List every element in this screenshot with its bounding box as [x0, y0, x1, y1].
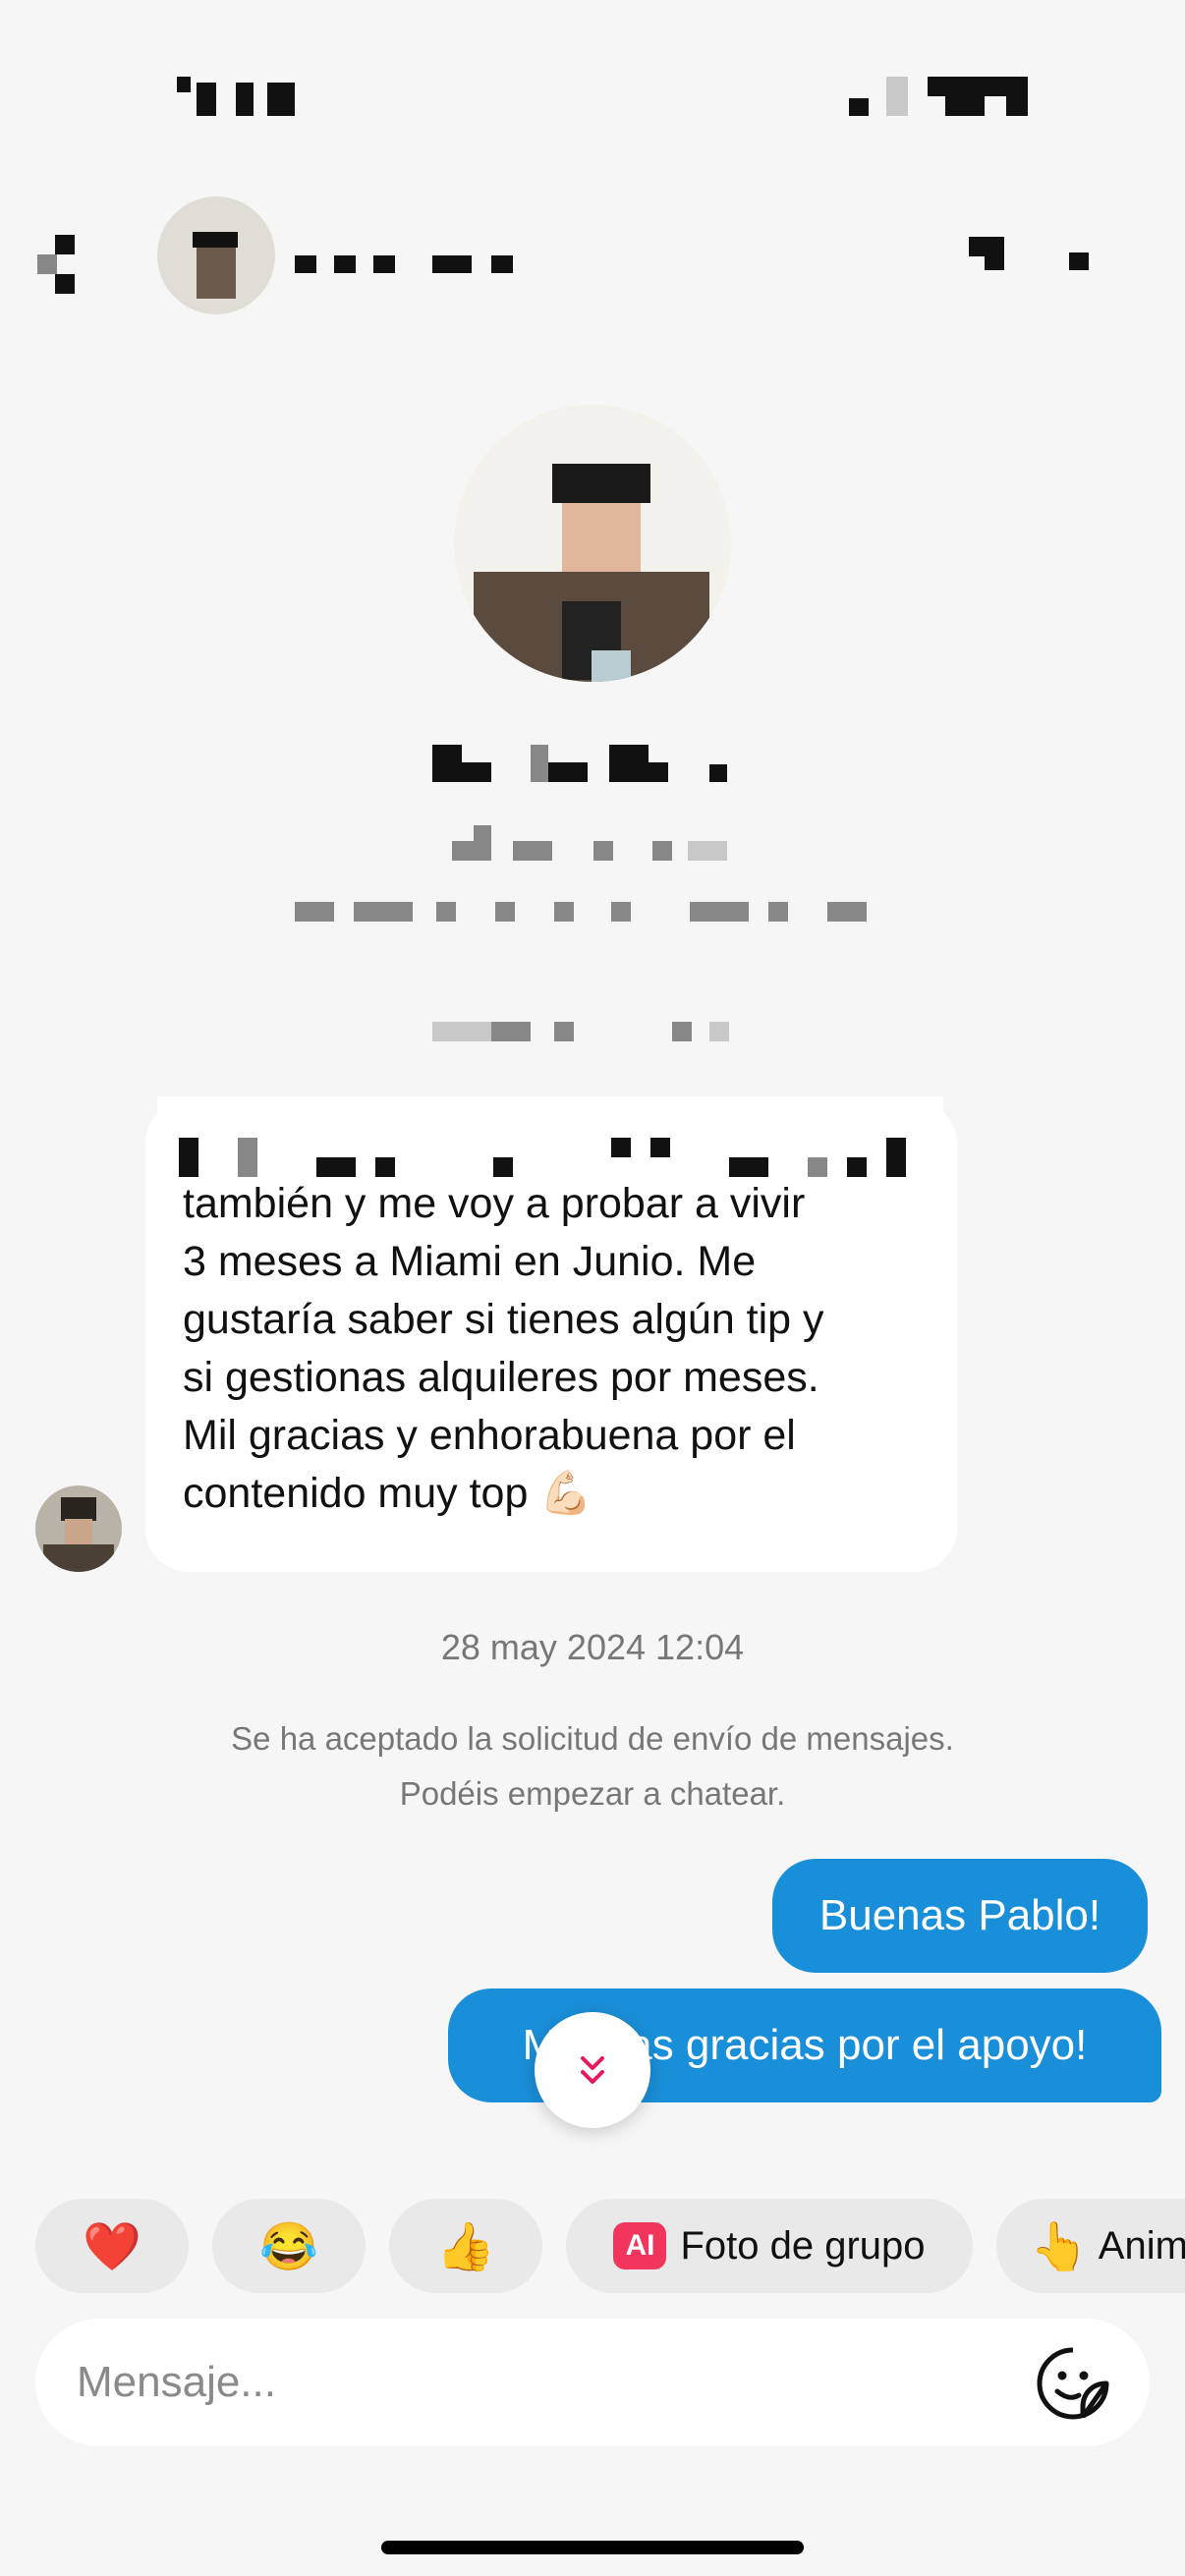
message-line: contenido muy top 💪🏻 — [183, 1470, 592, 1517]
message-line: 3 meses a Miami en Junio. Me — [183, 1238, 757, 1285]
video-call-icon[interactable] — [1069, 252, 1089, 270]
header-actions[interactable] — [963, 231, 1100, 290]
system-notice: Se ha aceptado la solicitud de envío de … — [0, 1711, 1185, 1821]
quick-reply-laugh[interactable]: 😂 — [212, 2199, 366, 2293]
message-line: también y me voy a probar a vivir — [183, 1180, 806, 1227]
header-username[interactable] — [295, 236, 550, 275]
quick-reply-heart[interactable]: ❤️ — [35, 2199, 189, 2293]
header-avatar[interactable] — [157, 196, 275, 314]
message-line: gustaría saber si tienes algún tip y — [183, 1296, 824, 1343]
home-indicator — [381, 2541, 804, 2554]
ai-badge-icon: AI — [613, 2222, 667, 2269]
sticker-icon[interactable] — [1034, 2344, 1112, 2423]
message-composer — [35, 2319, 1150, 2446]
group-photo-label: Foto de grupo — [680, 2223, 926, 2268]
heart-icon: ❤️ — [83, 2220, 141, 2273]
view-profile-link[interactable] — [432, 1020, 747, 1043]
animate-label: Anim — [1098, 2223, 1185, 2268]
outgoing-message-bubble[interactable]: Buenas Pablo! — [772, 1859, 1148, 1973]
status-bar — [0, 0, 1185, 177]
system-notice-line: Podéis empezar a chatear. — [399, 1775, 786, 1812]
profile-handle — [452, 823, 747, 863]
back-arrow-icon[interactable] — [29, 231, 88, 300]
profile-stats — [295, 902, 884, 941]
scroll-to-bottom-button[interactable] — [535, 2012, 650, 2128]
double-chevron-down-icon — [581, 2056, 604, 2084]
call-icon[interactable] — [969, 237, 1004, 256]
system-notice-line: Se ha aceptado la solicitud de envío de … — [231, 1720, 954, 1757]
sender-avatar[interactable] — [35, 1485, 122, 1572]
thumbs-up-icon: 👍 — [436, 2220, 495, 2273]
laughing-emoji-icon: 😂 — [259, 2220, 318, 2273]
message-timestamp: 28 may 2024 12:04 — [440, 1627, 745, 1667]
message-line: si gestionas alquileres por meses. — [183, 1354, 819, 1401]
pointing-hand-icon: 👆 — [1030, 2220, 1089, 2273]
quick-reply-animate[interactable]: 👆 Anim — [996, 2199, 1185, 2293]
message-input[interactable] — [75, 2357, 963, 2408]
incoming-message-text: también y me voy a probar a vivir 3 mese… — [183, 1180, 939, 1523]
profile-name — [432, 745, 757, 784]
quick-reply-thumbs-up[interactable]: 👍 — [389, 2199, 542, 2293]
quick-reply-group-photo[interactable]: AI Foto de grupo — [566, 2199, 973, 2293]
profile-avatar[interactable] — [454, 405, 731, 682]
message-line: Mil gracias y enhorabuena por el — [183, 1412, 796, 1459]
